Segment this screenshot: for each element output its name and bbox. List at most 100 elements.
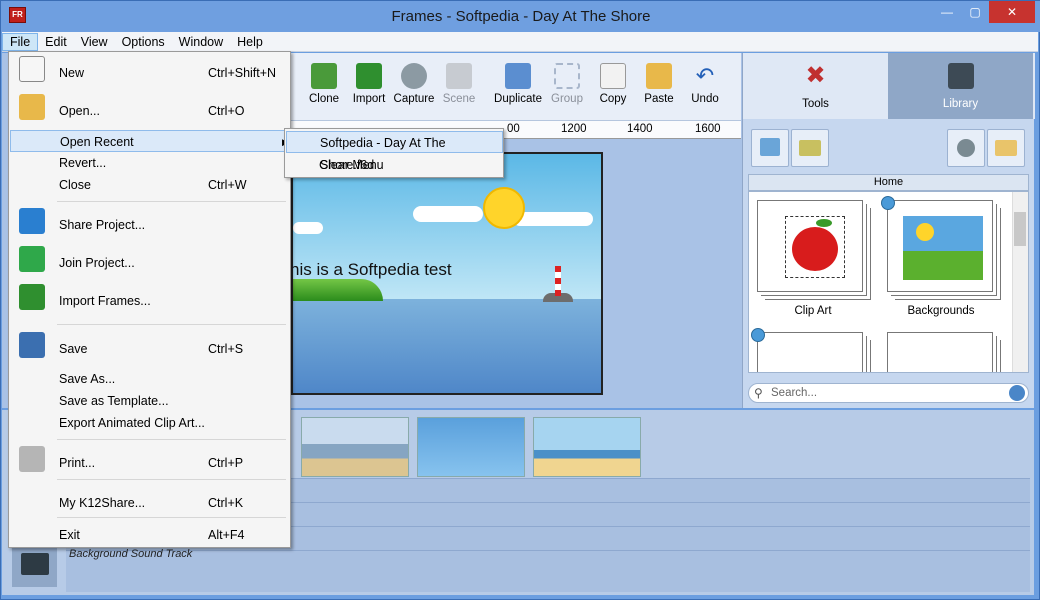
apple-icon (792, 227, 838, 271)
frame-thumbnail-2[interactable] (417, 417, 525, 477)
menu-view[interactable]: View (74, 33, 115, 51)
background-sound-label: Background Sound Track (69, 548, 193, 560)
frame-thumbnail-1[interactable] (301, 417, 409, 477)
scene-label: Scene (442, 93, 476, 105)
close-button[interactable]: ✕ (989, 1, 1035, 23)
island (293, 279, 383, 301)
menu-export-animated-clip-art[interactable]: Export Animated Clip Art... (10, 412, 289, 434)
menu-save[interactable]: Save Ctrl+S (10, 332, 289, 360)
clapperboard-icon (446, 63, 472, 89)
open-folder-button[interactable] (987, 129, 1025, 167)
tab-tools[interactable]: ✖ Tools (743, 53, 888, 119)
menu-import-frames[interactable]: Import Frames... (10, 284, 289, 312)
maximize-button[interactable]: ▢ (961, 1, 989, 23)
menu-file[interactable]: File (2, 32, 39, 51)
tab-tools-label: Tools (802, 98, 829, 110)
home-icon (760, 138, 780, 156)
frame-thumbnail-3[interactable] (533, 417, 641, 477)
library-item-4[interactable] (887, 332, 993, 372)
menu-save-as-template[interactable]: Save as Template... (10, 390, 289, 412)
menu-label: New (59, 66, 85, 80)
menu-share-project[interactable]: Share Project... (10, 208, 289, 236)
menu-label: Print... (59, 456, 96, 470)
menu-edit[interactable]: Edit (38, 33, 74, 51)
cloud (413, 206, 483, 222)
menu-label: Export Animated Clip Art... (59, 416, 205, 430)
menu-label: Close (59, 178, 91, 192)
open-folder-icon (19, 94, 45, 120)
paste-button[interactable]: Paste (633, 61, 685, 117)
timeline-track[interactable] (66, 550, 1030, 592)
tab-library[interactable]: Library (888, 53, 1033, 119)
leaf (816, 219, 832, 227)
library-item-label: Backgrounds (907, 305, 975, 317)
menu-bar: File Edit View Options Window Help (2, 32, 1038, 52)
open-recent-submenu: Softpedia - Day At The Shore.f6d Clear M… (284, 128, 504, 178)
search-go-icon[interactable] (1009, 385, 1025, 401)
library-breadcrumb: Home (748, 174, 1029, 191)
menu-exit[interactable]: Exit Alt+F4 (10, 524, 289, 546)
library-scrollbar[interactable] (1012, 192, 1028, 372)
stage-text[interactable]: his is a Softpedia test (293, 260, 452, 280)
panel-tabs: ✖ Tools Library (743, 53, 1035, 119)
menu-close[interactable]: Close Ctrl+W (10, 174, 289, 196)
search-input[interactable]: Search... (771, 387, 817, 399)
menu-new[interactable]: New Ctrl+Shift+N (10, 56, 289, 84)
menu-window[interactable]: Window (172, 33, 230, 51)
scroll-thumb[interactable] (1014, 212, 1026, 246)
library-item-backgrounds[interactable] (887, 200, 993, 292)
menu-label: Share Project... (59, 218, 146, 232)
library-item-clip-art[interactable] (757, 200, 863, 292)
menu-shortcut: Ctrl+K (208, 496, 244, 510)
recent-file-item[interactable]: Softpedia - Day At The Shore.f6d (286, 131, 503, 172)
menu-options[interactable]: Options (115, 33, 172, 51)
print-icon (19, 446, 45, 472)
menu-print[interactable]: Print... Ctrl+P (10, 446, 289, 474)
duplicate-button[interactable]: Duplicate (488, 61, 548, 117)
menu-save-as[interactable]: Save As... (10, 368, 289, 390)
share-icon (19, 208, 45, 234)
copy-button[interactable]: Copy (587, 61, 639, 117)
ruler-tick: 1400 (627, 123, 653, 135)
sun (483, 187, 525, 229)
menu-open-recent[interactable]: Open Recent▶ (10, 130, 289, 152)
folder-add-icon (799, 140, 821, 156)
library-search[interactable]: ⚲ Search... (748, 383, 1029, 403)
search-icon: ⚲ (754, 386, 763, 400)
menu-help[interactable]: Help (230, 33, 270, 51)
new-folder-button[interactable] (791, 129, 829, 167)
group-button[interactable]: Group (541, 61, 593, 117)
sea (293, 299, 601, 393)
webcam-icon (957, 139, 975, 157)
menu-revert[interactable]: Revert... (10, 152, 289, 174)
frame-canvas[interactable]: his is a Softpedia test (291, 152, 603, 395)
globe-icon (751, 328, 765, 342)
group-label: Group (551, 93, 583, 105)
file-menu: New Ctrl+Shift+N Open... Ctrl+O Open Recen… (8, 51, 291, 548)
menu-open[interactable]: Open... Ctrl+O (10, 94, 289, 122)
undo-button[interactable]: ↶ Undo (679, 61, 731, 117)
clear-menu-item[interactable]: Clear Menu (286, 154, 503, 176)
globe-icon (881, 196, 895, 210)
menu-label: My K12Share... (59, 496, 146, 510)
menu-join-project[interactable]: Join Project... (10, 246, 289, 274)
minimize-button[interactable]: — (933, 1, 961, 23)
scene-button[interactable]: Scene (433, 61, 485, 117)
menu-separator (57, 324, 286, 325)
title-bar: FR Frames - Softpedia - Day At The Shore… (1, 1, 1040, 32)
menu-separator (57, 479, 286, 480)
library-item-3[interactable] (757, 332, 863, 372)
home-button[interactable] (751, 129, 789, 167)
menu-my-k12share[interactable]: My K12Share... Ctrl+K (10, 492, 289, 514)
duplicate-icon (505, 63, 531, 89)
webcam-button[interactable] (947, 129, 985, 167)
library-icon (947, 63, 974, 89)
sound-track-button[interactable] (12, 545, 57, 587)
clone-icon (311, 63, 337, 89)
menu-label: Import Frames... (59, 294, 151, 308)
sun-icon (916, 223, 934, 241)
new-file-icon (19, 56, 45, 82)
folder-icon (995, 140, 1017, 156)
tools-icon: ✖ (805, 62, 826, 89)
copy-label: Copy (599, 93, 627, 105)
